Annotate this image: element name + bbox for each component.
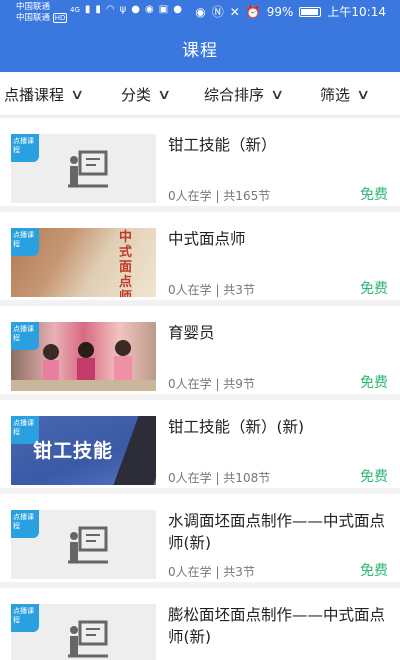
page-title: 课程 xyxy=(182,41,218,61)
network-label: 4G xyxy=(70,5,80,14)
course-meta: 0人在学 | 共3节 xyxy=(168,283,255,297)
signal-icon: ▮ xyxy=(84,4,91,15)
thumbnail-caption: 中式面点师 xyxy=(119,230,133,297)
course-meta: 0人在学 | 共3节 xyxy=(168,565,255,579)
course-thumbnail: 点播课程 xyxy=(11,322,156,391)
vod-course-badge: 点播课程 xyxy=(11,604,39,632)
carrier-1: 中国联通 xyxy=(16,2,51,12)
course-meta: 0人在学 | 共108节 xyxy=(168,471,271,485)
filter-course-type[interactable]: 点播课程 ∨ xyxy=(4,84,85,105)
battery-icon xyxy=(299,6,322,17)
battery-percent: 99% xyxy=(266,4,294,19)
mute-icon: ✕ xyxy=(229,4,240,19)
carrier-2: 中国联通 xyxy=(16,13,51,23)
app-header: 中国联通 中国联通 HD 4G ▮ ▮ ◠ ψ ● ◉ ▣ ● ◉ Ⓝ ✕ ⏰ … xyxy=(0,0,400,72)
message-icon: ● xyxy=(173,4,182,15)
chevron-down-icon: ∨ xyxy=(355,86,371,103)
course-price: 免费 xyxy=(360,375,388,391)
status-icons: 4G ▮ ▮ ◠ ψ ● ◉ ▣ ● xyxy=(70,4,182,15)
course-price: 免费 xyxy=(360,469,388,485)
course-title: 水调面坯面点制作——中式面点师(新) xyxy=(168,512,386,552)
hd-badge: HD xyxy=(52,13,68,23)
course-price: 免费 xyxy=(360,281,388,297)
course-item[interactable]: 点播课程 水调面坯面点制作——中式面点师(新) 0人在学 | 共3节 免费 xyxy=(0,494,400,582)
vod-course-badge: 点播课程 xyxy=(11,134,39,162)
course-thumbnail: 点播课程 xyxy=(11,510,156,579)
status-bar: 中国联通 中国联通 HD 4G ▮ ▮ ◠ ψ ● ◉ ▣ ● ◉ Ⓝ ✕ ⏰ … xyxy=(0,0,400,24)
course-title: 膨松面坯面点制作——中式面点师(新) xyxy=(168,606,386,646)
filter-sort[interactable]: 综合排序 ∨ xyxy=(204,84,285,105)
course-meta: 0人在学 | 共9节 xyxy=(168,377,255,391)
filter-label: 分类 xyxy=(121,86,152,104)
course-title: 中式面点师 xyxy=(168,230,246,248)
clock: 上午10:14 xyxy=(327,5,386,19)
filter-label: 点播课程 xyxy=(4,86,65,104)
usb-icon: ψ xyxy=(119,4,127,15)
filter-category[interactable]: 分类 ∨ xyxy=(121,84,172,105)
course-item[interactable]: 点播课程 钳工技能（新） 0人在学 | 共165节 免费 xyxy=(0,118,400,206)
course-meta: 0人在学 | 共165节 xyxy=(168,189,271,203)
course-thumbnail: 点播课程 xyxy=(11,604,156,660)
filter-label: 综合排序 xyxy=(204,86,265,104)
vod-course-badge: 点播课程 xyxy=(11,510,39,538)
status-right: ◉ Ⓝ ✕ ⏰ 99% 上午10:14 xyxy=(195,3,386,20)
eye-icon: ◉ xyxy=(195,4,206,19)
chevron-down-icon: ∨ xyxy=(69,86,85,103)
teaching-board-icon xyxy=(68,150,108,188)
thumbnail-caption: 钳工技能 xyxy=(33,440,114,462)
filter-label: 筛选 xyxy=(320,86,351,104)
notification-icon: ▣ xyxy=(158,4,169,15)
chevron-down-icon: ∨ xyxy=(269,86,285,103)
carrier-info: 中国联通 中国联通 HD xyxy=(16,2,68,24)
nanny-photo-icon xyxy=(11,340,156,391)
course-thumbnail: 点播课程 xyxy=(11,134,156,203)
course-thumbnail: 点播课程 钳工技能 xyxy=(11,416,156,485)
chevron-down-icon: ∨ xyxy=(156,86,172,103)
vod-course-badge: 点播课程 xyxy=(11,228,39,256)
course-thumbnail: 点播课程 中式面点师 xyxy=(11,228,156,297)
course-title: 钳工技能（新）(新) xyxy=(168,418,305,436)
wifi-icon: ◠ xyxy=(105,4,115,15)
wechat-icon: ● xyxy=(131,4,140,15)
course-item[interactable]: 点播课程 中式面点师 中式面点师 0人在学 | 共3节 免费 xyxy=(0,212,400,300)
nfc-icon: Ⓝ xyxy=(211,5,224,19)
course-item[interactable]: 点播课程 育婴员 0人在学 | 共9节 免费 xyxy=(0,306,400,394)
signal-icon-2: ▮ xyxy=(95,4,101,15)
filter-bar: 点播课程 ∨ 分类 ∨ 综合排序 ∨ 筛选 ∨ xyxy=(0,72,400,116)
course-title: 育婴员 xyxy=(168,324,215,342)
course-price: 免费 xyxy=(360,187,388,203)
filter-screen[interactable]: 筛选 ∨ xyxy=(320,84,371,105)
course-item[interactable]: 点播课程 钳工技能 钳工技能（新）(新) 0人在学 | 共108节 免费 xyxy=(0,400,400,488)
alarm-icon: ⏰ xyxy=(245,4,261,19)
teaching-board-icon xyxy=(68,526,108,564)
banner-stripe xyxy=(113,416,156,485)
course-title: 钳工技能（新） xyxy=(168,136,277,154)
teaching-board-icon xyxy=(68,620,108,658)
course-item[interactable]: 点播课程 膨松面坯面点制作——中式面点师(新) xyxy=(0,588,400,660)
app-icon: ◉ xyxy=(145,4,154,15)
course-price: 免费 xyxy=(360,563,388,579)
